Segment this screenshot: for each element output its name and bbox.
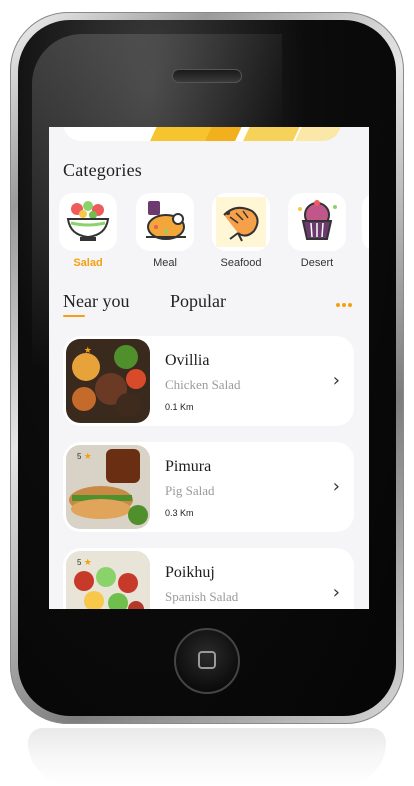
cupcake-icon xyxy=(298,200,337,240)
star-icon: ★ xyxy=(83,345,92,355)
category-meal[interactable]: Meal xyxy=(136,193,194,269)
restaurant-name: Ovillia xyxy=(165,352,210,369)
category-tile xyxy=(212,193,270,251)
distance: 0.1 Km xyxy=(165,402,194,412)
chevron-right-icon[interactable]: › xyxy=(333,370,340,391)
chevron-right-icon[interactable]: › xyxy=(333,582,340,603)
category-seafood[interactable]: Seafood xyxy=(212,193,270,269)
category-next-partial[interactable] xyxy=(362,193,369,251)
tab-active-indicator xyxy=(63,315,85,317)
category-salad[interactable]: Salad xyxy=(59,193,117,269)
distance: 0.3 Km xyxy=(165,508,194,518)
dish-name: Chicken Salad xyxy=(165,377,241,392)
restaurant-name: Poikhuj xyxy=(165,564,215,581)
tab-popular[interactable]: Popular xyxy=(170,291,226,312)
promo-banner[interactable] xyxy=(63,127,341,141)
tab-near-you[interactable]: Near you xyxy=(63,291,129,312)
restaurant-name: Pimura xyxy=(165,458,212,475)
home-button[interactable] xyxy=(174,628,240,694)
home-square-icon xyxy=(198,651,216,669)
star-icon: ★ xyxy=(83,451,92,461)
category-label: Meal xyxy=(153,257,177,269)
chevron-right-icon[interactable]: › xyxy=(333,476,340,497)
rating-badge: 5 ★ xyxy=(77,345,92,355)
shrimp-icon xyxy=(216,197,266,247)
more-dots-icon[interactable] xyxy=(336,294,354,308)
restaurant-card[interactable]: 5 ★ Pimura Pig Salad 0.3 Km › xyxy=(63,442,354,532)
category-tile xyxy=(288,193,346,251)
roast-chicken-icon xyxy=(146,201,186,240)
category-tile xyxy=(59,193,117,251)
rating-badge: 5 ★ xyxy=(77,451,92,461)
category-label: Seafood xyxy=(220,257,262,269)
app-screen: Categories Salad Meal Seafood Desert Nea… xyxy=(49,127,369,609)
dish-name: Spanish Salad xyxy=(165,589,239,604)
dish-name: Pig Salad xyxy=(165,483,215,498)
earpiece-speaker xyxy=(172,69,242,83)
category-desert[interactable]: Desert xyxy=(288,193,346,269)
restaurant-card[interactable]: 5 ★ Poikhuj Spanish Salad › xyxy=(63,548,354,609)
category-tile xyxy=(136,193,194,251)
star-icon: ★ xyxy=(83,557,92,567)
rating-badge: 5 ★ xyxy=(77,557,92,567)
phone-reflection xyxy=(28,728,386,786)
restaurant-card[interactable]: 5 ★ Ovillia Chicken Salad 0.1 Km › xyxy=(63,336,354,426)
category-label: Salad xyxy=(73,257,103,269)
salad-bowl-icon xyxy=(66,201,110,241)
category-label: Desert xyxy=(300,257,334,269)
categories-title: Categories xyxy=(63,160,142,180)
